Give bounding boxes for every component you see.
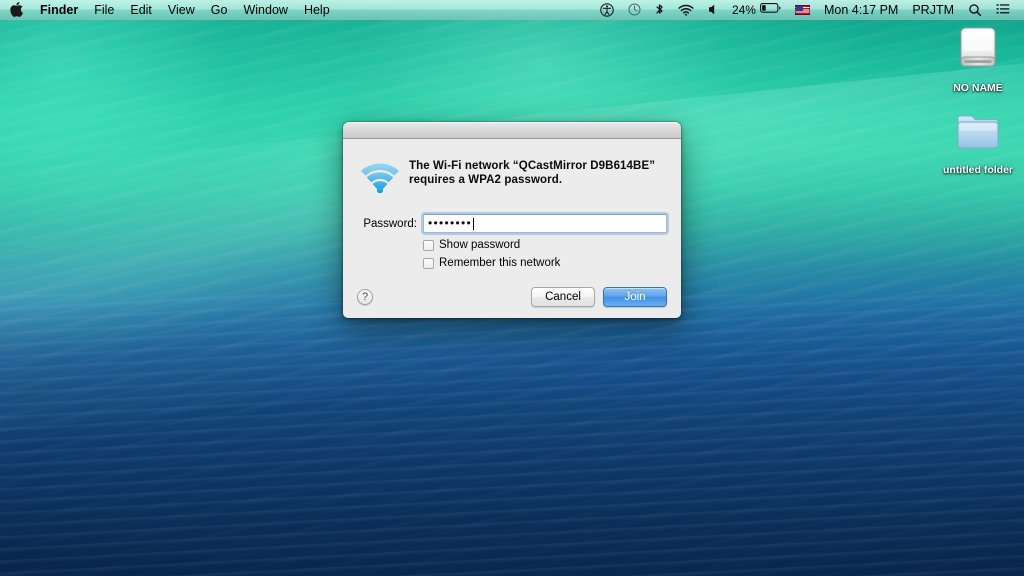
desktop-icon-label: untitled folder — [943, 164, 1013, 176]
menu-item-edit[interactable]: Edit — [122, 0, 160, 20]
remember-network-checkbox-row[interactable]: Remember this network — [343, 257, 681, 269]
dialog-message-line2: requires a WPA2 password. — [409, 174, 563, 186]
us-flag-icon[interactable] — [788, 0, 817, 20]
menu-bar-clock[interactable]: Mon 4:17 PM — [817, 0, 905, 20]
accessibility-icon[interactable] — [593, 0, 621, 20]
wifi-icon[interactable] — [671, 0, 701, 20]
battery-percent-label: 24% — [731, 2, 756, 17]
dialog-button-row: ? Cancel Join — [343, 287, 681, 307]
search-icon[interactable] — [961, 0, 989, 20]
menu-bar-left: Finder File Edit View Go Window Help — [0, 0, 338, 20]
password-row: Password: •••••••• — [343, 214, 681, 233]
show-password-checkbox-row[interactable]: Show password — [343, 239, 681, 251]
remember-network-label: Remember this network — [439, 257, 561, 269]
menu-bar-user[interactable]: PRJTM — [905, 0, 961, 20]
dialog-message: The Wi-Fi network “QCastMirror D9B614BE”… — [409, 153, 655, 196]
desktop-icon-label: NO NAME — [953, 82, 1003, 94]
password-input[interactable]: •••••••• — [423, 214, 667, 233]
show-password-checkbox[interactable] — [423, 239, 434, 251]
notification-center-icon[interactable] — [989, 0, 1017, 20]
volume-icon[interactable] — [701, 0, 726, 20]
bluetooth-icon[interactable] — [648, 0, 671, 20]
wifi-password-dialog: The Wi-Fi network “QCastMirror D9B614BE”… — [343, 122, 681, 318]
apple-logo-icon[interactable] — [0, 0, 32, 20]
menu-item-window[interactable]: Window — [235, 0, 295, 20]
dialog-body: The Wi-Fi network “QCastMirror D9B614BE”… — [343, 139, 681, 317]
menu-item-finder[interactable]: Finder — [32, 0, 86, 20]
help-button[interactable]: ? — [357, 289, 373, 305]
password-value: •••••••• — [428, 216, 473, 230]
menu-item-help[interactable]: Help — [296, 0, 338, 20]
cancel-button[interactable]: Cancel — [531, 287, 595, 307]
menu-bar: Finder File Edit View Go Window Help 24%… — [0, 0, 1024, 20]
wifi-icon — [357, 153, 409, 196]
menu-item-view[interactable]: View — [160, 0, 203, 20]
desktop-icon-no-name-drive[interactable]: NO NAME — [932, 24, 1024, 94]
password-label: Password: — [363, 217, 417, 230]
time-machine-icon[interactable] — [621, 0, 648, 20]
show-password-label: Show password — [439, 239, 521, 251]
join-button[interactable]: Join — [603, 287, 667, 307]
password-input-wrapper: •••••••• — [423, 214, 667, 233]
menu-item-file[interactable]: File — [86, 0, 122, 20]
remember-network-checkbox[interactable] — [423, 257, 434, 269]
text-caret — [473, 217, 475, 230]
external-drive-icon — [950, 24, 1006, 79]
desktop-icon-untitled-folder[interactable]: untitled folder — [932, 108, 1024, 176]
dialog-message-line1: The Wi-Fi network “QCastMirror D9B614BE” — [409, 160, 656, 172]
dialog-header: The Wi-Fi network “QCastMirror D9B614BE”… — [343, 139, 681, 196]
dialog-titlebar[interactable] — [343, 122, 681, 139]
menu-item-go[interactable]: Go — [203, 0, 236, 20]
battery-icon — [760, 2, 782, 17]
battery-status[interactable]: 24% — [726, 0, 788, 20]
folder-icon — [950, 108, 1006, 161]
menu-bar-status-area: 24% Mon 4:17 PM PRJTM — [593, 0, 1024, 20]
